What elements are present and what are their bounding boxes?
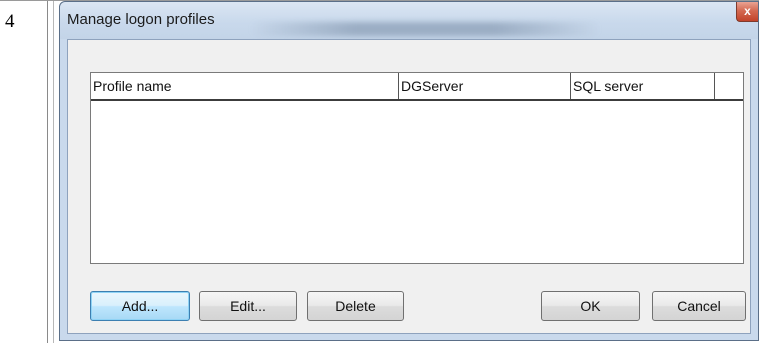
cancel-button[interactable]: Cancel <box>652 291 746 321</box>
dialog-titlebar[interactable]: Manage logon profiles <box>60 2 758 39</box>
column-header-sql-server[interactable]: SQL server <box>571 73 715 99</box>
table-cell-divider <box>53 1 54 343</box>
table-number-cell: 4 <box>0 1 48 343</box>
close-icon: x <box>744 4 751 18</box>
document-page: 4 Manage logon profiles x Profile name D… <box>0 0 759 343</box>
dialog-title: Manage logon profiles <box>67 11 215 28</box>
manage-logon-profiles-dialog: Manage logon profiles x Profile name DGS… <box>59 1 759 341</box>
column-header-profile-name[interactable]: Profile name <box>91 73 399 99</box>
dialog-client-area: Profile name DGServer SQL server Add... … <box>67 39 751 334</box>
column-header-dgserver[interactable]: DGServer <box>399 73 571 99</box>
delete-button[interactable]: Delete <box>307 291 404 321</box>
step-number: 4 <box>5 11 15 32</box>
add-button[interactable]: Add... <box>90 291 190 321</box>
edit-button[interactable]: Edit... <box>199 291 297 321</box>
close-button[interactable]: x <box>736 2 758 22</box>
list-header: Profile name DGServer SQL server <box>91 73 743 101</box>
column-header-filler <box>715 73 743 99</box>
titlebar-glass-shadow <box>250 22 600 36</box>
profiles-list[interactable]: Profile name DGServer SQL server <box>90 72 744 264</box>
ok-button[interactable]: OK <box>541 291 640 321</box>
